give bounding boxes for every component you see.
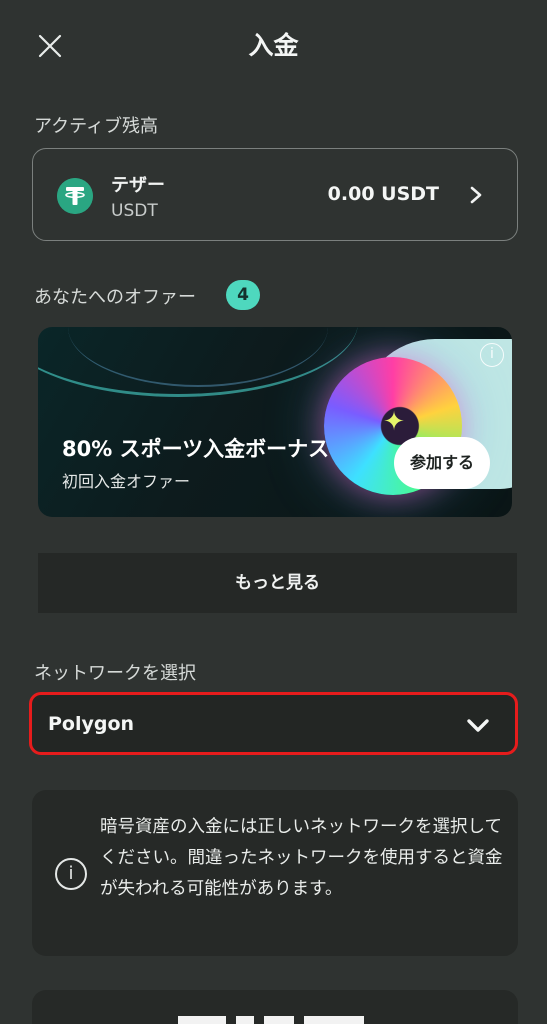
offers-count-badge: 4 — [226, 280, 260, 310]
offer-subtitle: 初回入金オファー — [62, 472, 191, 491]
balance-amount: 0.00 USDT — [327, 183, 439, 205]
qr-code-fragment — [236, 1016, 254, 1024]
network-notice: i 暗号資産の入金には正しいネットワークを選択してください。間違ったネットワーク… — [32, 790, 518, 956]
join-button[interactable]: 参加する — [394, 437, 490, 489]
qr-code — [32, 990, 518, 1024]
header: 入金 — [0, 0, 547, 90]
balance-card[interactable]: テザー USDT 0.00 USDT — [32, 148, 518, 241]
info-icon: i — [55, 858, 87, 890]
info-icon[interactable]: i — [480, 343, 504, 367]
see-more-button[interactable]: もっと見る — [38, 553, 517, 613]
page-title: 入金 — [248, 31, 299, 60]
offer-title: 80% スポーツ入金ボーナス — [62, 437, 330, 461]
offer-banner[interactable]: ✦ i 80% スポーツ入金ボーナス 初回入金オファー 参加する — [38, 327, 512, 517]
offers-label: あなたへのオファー — [34, 287, 196, 308]
notice-text: 暗号資産の入金には正しいネットワークを選択してください。間違ったネットワークを使… — [100, 817, 503, 899]
tether-icon — [57, 178, 93, 214]
qr-code-fragment — [264, 1016, 294, 1024]
chevron-down-icon — [467, 719, 489, 732]
network-label: ネットワークを選択 — [34, 663, 196, 684]
network-select[interactable]: Polygon — [29, 692, 518, 755]
token-symbol: USDT — [111, 201, 158, 221]
active-balance-label: アクティブ残高 — [34, 116, 159, 137]
token-name: テザー — [111, 175, 165, 196]
brand-logo-icon: ✦ — [383, 407, 405, 437]
chevron-right-icon — [470, 186, 482, 204]
qr-code-fragment — [304, 1016, 364, 1024]
network-selected-value: Polygon — [48, 713, 135, 735]
qr-code-fragment — [178, 1016, 226, 1024]
